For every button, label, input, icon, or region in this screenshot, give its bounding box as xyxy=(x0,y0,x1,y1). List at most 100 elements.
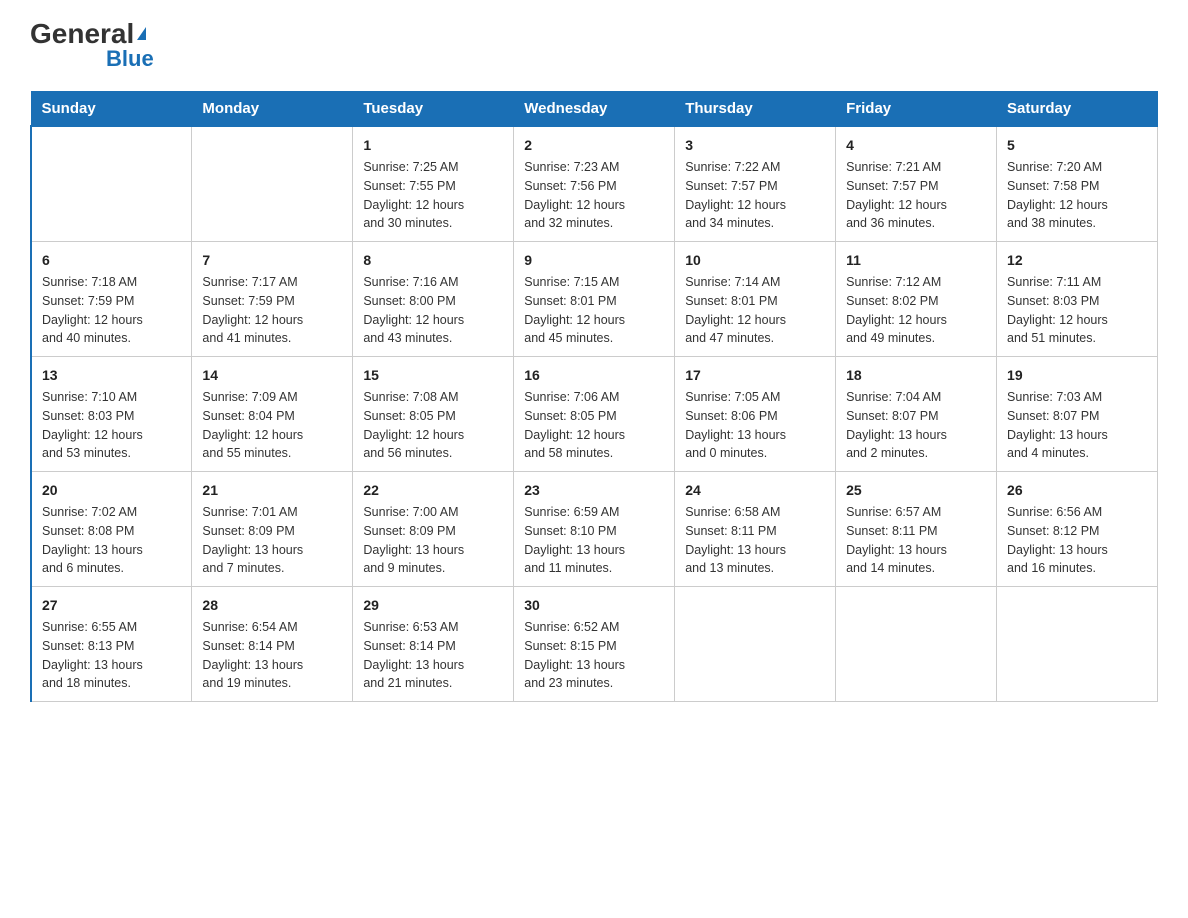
day-number: 10 xyxy=(685,250,825,271)
day-number: 30 xyxy=(524,595,664,616)
day-detail: Sunrise: 7:03 AM Sunset: 8:07 PM Dayligh… xyxy=(1007,388,1147,463)
day-detail: Sunrise: 7:06 AM Sunset: 8:05 PM Dayligh… xyxy=(524,388,664,463)
day-number: 25 xyxy=(846,480,986,501)
calendar-cell: 7Sunrise: 7:17 AM Sunset: 7:59 PM Daylig… xyxy=(192,242,353,357)
day-number: 22 xyxy=(363,480,503,501)
calendar-cell: 19Sunrise: 7:03 AM Sunset: 8:07 PM Dayli… xyxy=(997,357,1158,472)
day-detail: Sunrise: 7:17 AM Sunset: 7:59 PM Dayligh… xyxy=(202,273,342,348)
calendar-cell: 12Sunrise: 7:11 AM Sunset: 8:03 PM Dayli… xyxy=(997,242,1158,357)
calendar-cell: 16Sunrise: 7:06 AM Sunset: 8:05 PM Dayli… xyxy=(514,357,675,472)
day-number: 1 xyxy=(363,135,503,156)
calendar-cell: 6Sunrise: 7:18 AM Sunset: 7:59 PM Daylig… xyxy=(31,242,192,357)
day-header-monday: Monday xyxy=(192,92,353,127)
calendar-cell: 14Sunrise: 7:09 AM Sunset: 8:04 PM Dayli… xyxy=(192,357,353,472)
calendar-cell xyxy=(675,587,836,702)
day-detail: Sunrise: 7:09 AM Sunset: 8:04 PM Dayligh… xyxy=(202,388,342,463)
day-detail: Sunrise: 7:08 AM Sunset: 8:05 PM Dayligh… xyxy=(363,388,503,463)
day-number: 27 xyxy=(42,595,181,616)
day-number: 26 xyxy=(1007,480,1147,501)
day-detail: Sunrise: 7:15 AM Sunset: 8:01 PM Dayligh… xyxy=(524,273,664,348)
day-number: 13 xyxy=(42,365,181,386)
logo-general-text: General xyxy=(30,20,146,48)
day-detail: Sunrise: 7:22 AM Sunset: 7:57 PM Dayligh… xyxy=(685,158,825,233)
calendar-cell: 21Sunrise: 7:01 AM Sunset: 8:09 PM Dayli… xyxy=(192,472,353,587)
calendar-cell: 18Sunrise: 7:04 AM Sunset: 8:07 PM Dayli… xyxy=(836,357,997,472)
day-number: 14 xyxy=(202,365,342,386)
day-detail: Sunrise: 6:52 AM Sunset: 8:15 PM Dayligh… xyxy=(524,618,664,693)
day-number: 7 xyxy=(202,250,342,271)
calendar-cell: 29Sunrise: 6:53 AM Sunset: 8:14 PM Dayli… xyxy=(353,587,514,702)
day-header-wednesday: Wednesday xyxy=(514,92,675,127)
calendar-cell: 3Sunrise: 7:22 AM Sunset: 7:57 PM Daylig… xyxy=(675,126,836,242)
day-detail: Sunrise: 7:04 AM Sunset: 8:07 PM Dayligh… xyxy=(846,388,986,463)
day-detail: Sunrise: 7:01 AM Sunset: 8:09 PM Dayligh… xyxy=(202,503,342,578)
day-detail: Sunrise: 7:18 AM Sunset: 7:59 PM Dayligh… xyxy=(42,273,181,348)
calendar-cell: 5Sunrise: 7:20 AM Sunset: 7:58 PM Daylig… xyxy=(997,126,1158,242)
day-number: 9 xyxy=(524,250,664,271)
calendar-cell: 28Sunrise: 6:54 AM Sunset: 8:14 PM Dayli… xyxy=(192,587,353,702)
day-number: 16 xyxy=(524,365,664,386)
calendar-cell: 25Sunrise: 6:57 AM Sunset: 8:11 PM Dayli… xyxy=(836,472,997,587)
calendar-cell: 22Sunrise: 7:00 AM Sunset: 8:09 PM Dayli… xyxy=(353,472,514,587)
day-header-tuesday: Tuesday xyxy=(353,92,514,127)
day-number: 15 xyxy=(363,365,503,386)
day-detail: Sunrise: 7:21 AM Sunset: 7:57 PM Dayligh… xyxy=(846,158,986,233)
calendar-cell: 9Sunrise: 7:15 AM Sunset: 8:01 PM Daylig… xyxy=(514,242,675,357)
day-number: 3 xyxy=(685,135,825,156)
day-number: 24 xyxy=(685,480,825,501)
day-detail: Sunrise: 7:12 AM Sunset: 8:02 PM Dayligh… xyxy=(846,273,986,348)
day-number: 20 xyxy=(42,480,181,501)
day-detail: Sunrise: 6:55 AM Sunset: 8:13 PM Dayligh… xyxy=(42,618,181,693)
day-detail: Sunrise: 7:02 AM Sunset: 8:08 PM Dayligh… xyxy=(42,503,181,578)
day-detail: Sunrise: 7:05 AM Sunset: 8:06 PM Dayligh… xyxy=(685,388,825,463)
logo-triangle-icon xyxy=(137,27,146,40)
day-header-saturday: Saturday xyxy=(997,92,1158,127)
calendar-cell xyxy=(997,587,1158,702)
calendar-cell: 2Sunrise: 7:23 AM Sunset: 7:56 PM Daylig… xyxy=(514,126,675,242)
day-number: 11 xyxy=(846,250,986,271)
calendar-cell: 13Sunrise: 7:10 AM Sunset: 8:03 PM Dayli… xyxy=(31,357,192,472)
day-header-thursday: Thursday xyxy=(675,92,836,127)
day-detail: Sunrise: 7:10 AM Sunset: 8:03 PM Dayligh… xyxy=(42,388,181,463)
day-number: 8 xyxy=(363,250,503,271)
day-detail: Sunrise: 6:57 AM Sunset: 8:11 PM Dayligh… xyxy=(846,503,986,578)
day-number: 29 xyxy=(363,595,503,616)
calendar-header: SundayMondayTuesdayWednesdayThursdayFrid… xyxy=(31,92,1158,127)
logo: General Blue xyxy=(30,20,154,71)
calendar-cell: 26Sunrise: 6:56 AM Sunset: 8:12 PM Dayli… xyxy=(997,472,1158,587)
day-detail: Sunrise: 6:54 AM Sunset: 8:14 PM Dayligh… xyxy=(202,618,342,693)
calendar-week-1: 1Sunrise: 7:25 AM Sunset: 7:55 PM Daylig… xyxy=(31,126,1158,242)
calendar-cell: 27Sunrise: 6:55 AM Sunset: 8:13 PM Dayli… xyxy=(31,587,192,702)
calendar-table: SundayMondayTuesdayWednesdayThursdayFrid… xyxy=(30,91,1158,702)
calendar-cell: 11Sunrise: 7:12 AM Sunset: 8:02 PM Dayli… xyxy=(836,242,997,357)
day-number: 5 xyxy=(1007,135,1147,156)
calendar-cell xyxy=(31,126,192,242)
day-detail: Sunrise: 7:20 AM Sunset: 7:58 PM Dayligh… xyxy=(1007,158,1147,233)
calendar-week-4: 20Sunrise: 7:02 AM Sunset: 8:08 PM Dayli… xyxy=(31,472,1158,587)
day-detail: Sunrise: 7:00 AM Sunset: 8:09 PM Dayligh… xyxy=(363,503,503,578)
day-detail: Sunrise: 7:23 AM Sunset: 7:56 PM Dayligh… xyxy=(524,158,664,233)
calendar-cell: 30Sunrise: 6:52 AM Sunset: 8:15 PM Dayli… xyxy=(514,587,675,702)
calendar-week-3: 13Sunrise: 7:10 AM Sunset: 8:03 PM Dayli… xyxy=(31,357,1158,472)
day-number: 19 xyxy=(1007,365,1147,386)
calendar-cell xyxy=(192,126,353,242)
day-number: 17 xyxy=(685,365,825,386)
day-detail: Sunrise: 6:59 AM Sunset: 8:10 PM Dayligh… xyxy=(524,503,664,578)
day-detail: Sunrise: 6:53 AM Sunset: 8:14 PM Dayligh… xyxy=(363,618,503,693)
day-detail: Sunrise: 7:11 AM Sunset: 8:03 PM Dayligh… xyxy=(1007,273,1147,348)
day-number: 6 xyxy=(42,250,181,271)
day-number: 28 xyxy=(202,595,342,616)
day-detail: Sunrise: 7:14 AM Sunset: 8:01 PM Dayligh… xyxy=(685,273,825,348)
day-number: 12 xyxy=(1007,250,1147,271)
calendar-cell: 24Sunrise: 6:58 AM Sunset: 8:11 PM Dayli… xyxy=(675,472,836,587)
calendar-cell xyxy=(836,587,997,702)
day-header-friday: Friday xyxy=(836,92,997,127)
calendar-cell: 4Sunrise: 7:21 AM Sunset: 7:57 PM Daylig… xyxy=(836,126,997,242)
logo-blue-text: Blue xyxy=(106,46,154,71)
day-number: 23 xyxy=(524,480,664,501)
calendar-week-2: 6Sunrise: 7:18 AM Sunset: 7:59 PM Daylig… xyxy=(31,242,1158,357)
calendar-cell: 10Sunrise: 7:14 AM Sunset: 8:01 PM Dayli… xyxy=(675,242,836,357)
day-detail: Sunrise: 6:58 AM Sunset: 8:11 PM Dayligh… xyxy=(685,503,825,578)
day-number: 2 xyxy=(524,135,664,156)
calendar-week-5: 27Sunrise: 6:55 AM Sunset: 8:13 PM Dayli… xyxy=(31,587,1158,702)
